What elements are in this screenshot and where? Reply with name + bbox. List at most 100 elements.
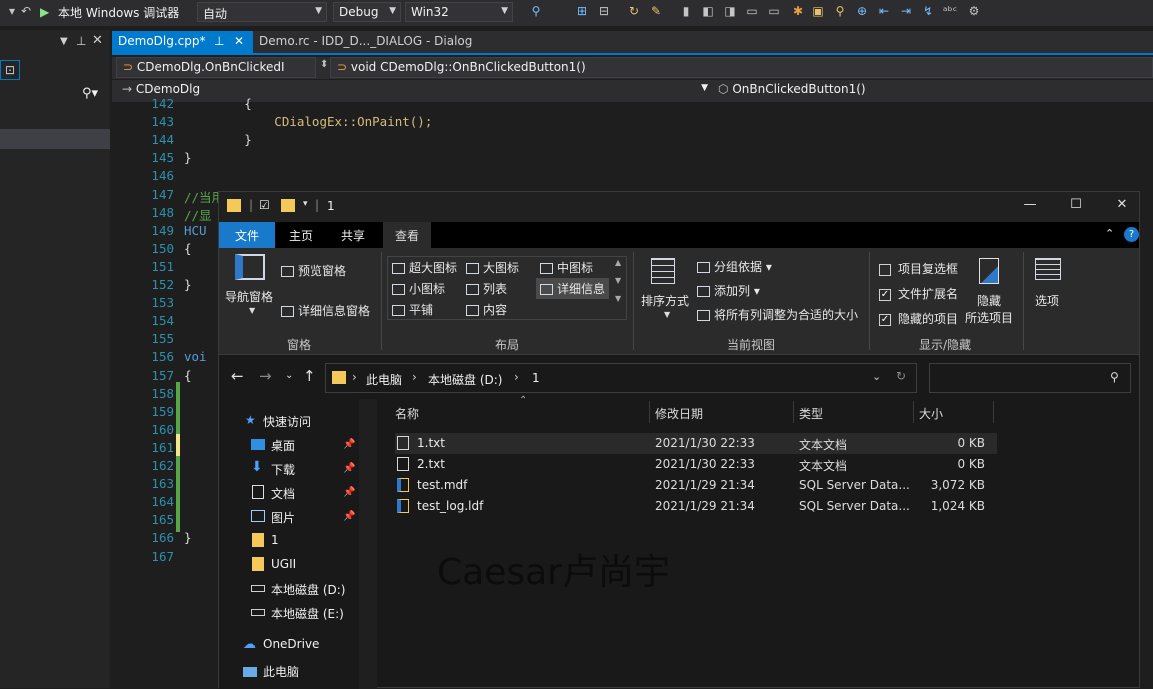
expand-gallery-icon[interactable]: ▼ (615, 294, 621, 303)
breakpoint-icon[interactable]: ↻ (626, 3, 642, 19)
clear-bookmark-icon[interactable]: ✎ (648, 3, 664, 19)
column-divider[interactable] (793, 401, 794, 423)
pin-icon[interactable]: 📌 (343, 487, 355, 498)
layout-small-icons[interactable]: 小图标 (392, 280, 445, 297)
preview-pane-button[interactable]: 预览窗格 (281, 262, 346, 279)
column-divider[interactable] (993, 401, 994, 423)
sidebar-item-desktop[interactable]: 桌面 (271, 437, 295, 454)
sidebar-item-folder-1[interactable]: 1 (271, 533, 279, 547)
scroll-down-icon[interactable]: ▼ (615, 276, 621, 285)
quick-access-dropdown-icon[interactable]: ▾ (303, 199, 308, 209)
close-icon[interactable]: ✕ (234, 34, 244, 48)
settings-icon[interactable]: ⚙ (966, 3, 982, 19)
pin-icon[interactable]: 📌 (343, 439, 355, 450)
forward-icon[interactable]: → (259, 367, 272, 385)
scope-combo[interactable]: ⊃ CDemoDlg.OnBnClickedI (116, 57, 316, 78)
hidden-items-toggle[interactable]: ✓ 隐藏的项目 (879, 310, 958, 327)
folder-bookmark-icon[interactable]: ▭ (744, 3, 760, 19)
column-header-type[interactable]: 类型 (799, 405, 823, 422)
search-icon[interactable]: ⚲ (832, 3, 848, 19)
sidebar-item-onedrive[interactable]: OneDrive (263, 637, 319, 651)
maximize-icon[interactable]: ☐ (1065, 197, 1087, 217)
column-header-size[interactable]: 大小 (919, 405, 943, 422)
start-debug-icon[interactable]: ▶ (40, 5, 49, 19)
breadcrumb-folder-1[interactable]: 1 (532, 371, 540, 385)
find-icon[interactable]: ⚲ (528, 3, 544, 19)
arrow-left-icon[interactable]: ⇤ (876, 3, 892, 19)
tab-share[interactable]: 共享 (341, 227, 365, 244)
sidebar-item-quick-access[interactable]: 快速访问 (263, 413, 311, 430)
properties-icon[interactable]: ☑ (259, 198, 270, 212)
undo-icon[interactable]: ↶ (18, 3, 34, 19)
sidebar-item-downloads[interactable]: 下载 (271, 461, 295, 478)
hide-selected-button[interactable]: 隐藏 (977, 292, 1001, 309)
pin-icon[interactable]: 📌 (343, 511, 355, 522)
sidebar-item-drive-d[interactable]: 本地磁盘 (D:) (271, 581, 345, 598)
refresh-icon[interactable]: ↻ (896, 369, 906, 383)
function-combo[interactable]: ⬡ OnBnClickedButton1() (712, 80, 1153, 101)
column-divider[interactable] (649, 401, 650, 423)
resource-icon[interactable]: ▣ (810, 3, 826, 19)
config-combo[interactable]: 自动 ▼ (197, 2, 327, 22)
class-wizard-icon[interactable]: ✱ (790, 3, 806, 19)
fit-columns-button[interactable]: 将所有列调整为合适的大小 (697, 306, 858, 323)
add-column-button[interactable]: 添加列 ▾ (697, 282, 760, 299)
text-format-icon[interactable]: ᵃᵇᶜ (942, 3, 958, 19)
prev-bookmark-icon[interactable]: ◧ (700, 3, 716, 19)
scrollbar[interactable] (359, 399, 377, 689)
scroll-up-icon[interactable]: ▲ (615, 258, 621, 267)
details-pane-button[interactable]: 详细信息窗格 (281, 302, 370, 319)
selected-tree-item[interactable] (0, 129, 110, 149)
layout-extra-large-icons[interactable]: 超大图标 (392, 259, 457, 276)
column-header-date[interactable]: 修改日期 (655, 405, 703, 422)
bookmark-icon[interactable]: ▮ (678, 3, 694, 19)
recent-locations-icon[interactable]: ⌄ (285, 370, 293, 381)
tab-view[interactable]: 查看 (383, 222, 431, 248)
address-bar[interactable]: › 此电脑 › 本地磁盘 (D:) › 1 ⌄ ↻ (325, 363, 917, 393)
sync-view-icon[interactable]: ⊡ (0, 60, 20, 80)
pin-icon[interactable]: 📌 (343, 463, 355, 474)
sidebar-item-ugii[interactable]: UGII (271, 557, 296, 571)
sort-by-button[interactable]: 排序方式 (641, 292, 689, 309)
pin-icon[interactable]: ⊥ (214, 34, 224, 48)
tab-file[interactable]: 文件 (219, 222, 275, 248)
tab-home[interactable]: 主页 (289, 227, 313, 244)
file-row[interactable]: test_log.ldf 2021/1/29 21:34 SQL Server … (395, 496, 997, 517)
layout-details[interactable]: 详细信息 (536, 278, 610, 299)
sidebar-item-this-pc[interactable]: 此电脑 (263, 663, 299, 680)
item-checkboxes-toggle[interactable]: 项目复选框 (879, 260, 958, 277)
layout-list[interactable]: 列表 (466, 280, 507, 297)
column-divider[interactable] (913, 401, 914, 423)
layout-content[interactable]: 内容 (466, 301, 507, 318)
sidebar-item-pictures[interactable]: 图片 (271, 509, 295, 526)
column-header-name[interactable]: 名称 (395, 405, 419, 422)
layout-large-icons[interactable]: 大图标 (466, 259, 519, 276)
build-config-combo[interactable]: Debug ▼ (333, 2, 401, 22)
breadcrumb-drive-d[interactable]: 本地磁盘 (D:) (428, 371, 502, 388)
layout-medium-icons[interactable]: 中图标 (540, 259, 593, 276)
file-extensions-toggle[interactable]: ✓ 文件扩展名 (879, 285, 958, 302)
group-by-button[interactable]: 分组依据 ▾ (697, 258, 772, 275)
sort-icon[interactable] (651, 258, 675, 284)
sidebar-item-drive-e[interactable]: 本地磁盘 (E:) (271, 605, 344, 622)
file-row[interactable]: 1.txt 2021/1/30 22:33 文本文档 0 KB (395, 433, 997, 454)
breadcrumb-this-pc[interactable]: 此电脑 (366, 371, 402, 388)
options-icon[interactable] (1035, 258, 1061, 280)
tab-demodlg-cpp[interactable]: DemoDlg.cpp* ⊥ ✕ (112, 31, 253, 53)
back-icon[interactable]: ← (231, 367, 244, 385)
arrow-right-icon[interactable]: ⇥ (898, 3, 914, 19)
member-combo[interactable]: ⊃ void CDemoDlg::OnBnClickedButton1() (330, 57, 1153, 78)
close-icon[interactable]: ✕ (92, 33, 103, 48)
layout-tiles[interactable]: 平铺 (392, 301, 433, 318)
options-button[interactable]: 选项 (1035, 292, 1059, 309)
next-bookmark-icon[interactable]: ◨ (722, 3, 738, 19)
spinner-icon[interactable]: ⬍ (320, 59, 328, 70)
minimize-icon[interactable]: — (1019, 197, 1041, 217)
nav-pane-button[interactable]: 导航窗格 (225, 288, 273, 305)
step-icon[interactable]: ↯ (920, 3, 936, 19)
explorer-title-bar[interactable]: | ☑ ▾ | 1 — ☐ ✕ (219, 192, 1139, 222)
tab-demo-rc[interactable]: Demo.rc - IDD_D..._DIALOG - Dialog (253, 31, 478, 53)
search-icon[interactable]: ⚲▾ (82, 86, 98, 101)
hide-selected-label[interactable]: 所选项目 (965, 309, 1013, 326)
nav-pane-icon[interactable] (235, 254, 265, 280)
